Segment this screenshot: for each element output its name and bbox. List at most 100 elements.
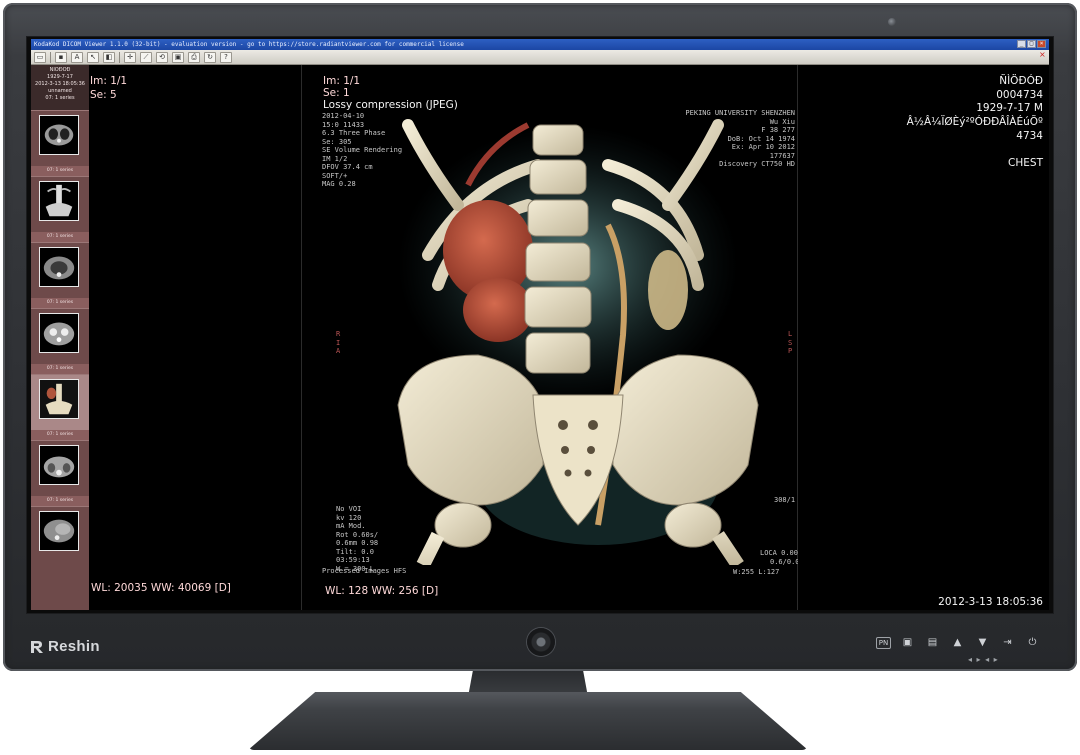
- thumb-study-date: 2012-3-13 18:05:36: [35, 81, 85, 87]
- orientation-left: R I A: [336, 330, 341, 355]
- burned-in-line: Ex: Apr 10 2012: [731, 143, 795, 151]
- power-button[interactable]: ⏻: [1024, 634, 1041, 651]
- reshin-logo-icon: [31, 641, 43, 653]
- burned-in-line: MAG 0.28: [322, 180, 356, 188]
- thumb-study-series: 07: 1 series: [45, 95, 75, 101]
- series-item[interactable]: 07: 1 series: [31, 308, 89, 374]
- patient-id: 0004734: [996, 89, 1043, 101]
- webcam-icon: [888, 18, 896, 26]
- series-item[interactable]: 07: 1 series: [31, 176, 89, 242]
- thumb-patient-date: 1929-7-17: [47, 74, 73, 80]
- toolbar-separator: [119, 51, 120, 63]
- burned-in-line: 0.6mm 0.98: [336, 539, 379, 547]
- series-label: 07: 1 series: [31, 496, 89, 506]
- toolbar-separator: [50, 51, 51, 63]
- series-thumbnail: [39, 313, 79, 353]
- burned-in-line: Discovery CT750 HD: [719, 160, 795, 168]
- accession-number: 4734: [1016, 130, 1043, 142]
- series-item[interactable]: 07: 1 series: [31, 242, 89, 308]
- compression-label: Lossy compression (JPEG): [323, 99, 458, 111]
- maximize-button[interactable]: □: [1027, 40, 1036, 48]
- burned-in-line: DFOV 37.4 cm: [322, 163, 373, 171]
- series-thumbnail: [39, 181, 79, 221]
- left-window-level: WL: 20035 WW: 40069 [D]: [91, 582, 231, 594]
- reset-icon[interactable]: ⟲: [156, 51, 168, 63]
- burned-in-line: kv 120: [336, 513, 362, 522]
- series-thumbnail: [39, 247, 79, 287]
- close-tab-icon[interactable]: ×: [1039, 51, 1047, 59]
- exit-button[interactable]: ⇥: [999, 634, 1016, 651]
- thumb-patient-name: ÑÌÖÐÓÐ: [49, 67, 71, 73]
- series-item[interactable]: 07: 1 series: [31, 440, 89, 506]
- brand-name: Reshin: [48, 638, 100, 655]
- rotate-icon[interactable]: ↻: [204, 51, 216, 63]
- burned-in-line: No VOI: [336, 505, 362, 513]
- burned-in-info-top-right: PEKING UNIVERSITY SHENZHEN Wu Xiu F 38 2…: [685, 109, 795, 169]
- burned-in-info-bottom-left: No VOI kv 120 mA Mod. Rot 0.60s/ 0.6mm 0…: [336, 505, 378, 573]
- burned-in-line: 6.3 Three Phase: [322, 129, 386, 137]
- burned-in-thickness: 0.6/0.0: [770, 558, 800, 566]
- burned-in-loca: LOCA 0.00: [760, 549, 798, 557]
- up-button[interactable]: ▲: [949, 634, 966, 651]
- burned-in-line: SE Volume Rendering: [322, 146, 403, 154]
- burned-in-line: mA Mod.: [336, 522, 366, 530]
- main-window-level: WL: 128 WW: 256 [D]: [325, 585, 439, 597]
- input-source-button[interactable]: PN: [876, 637, 891, 649]
- help-icon[interactable]: ?: [220, 51, 232, 63]
- series-label: 07: 1 series: [31, 364, 89, 374]
- series-thumbnail: [39, 115, 79, 155]
- burned-in-line: SOFT/+: [322, 171, 348, 180]
- folder-icon[interactable]: ▭: [34, 51, 46, 63]
- study-datetime: 2012-3-13 18:05:36: [938, 596, 1043, 608]
- print-icon[interactable]: ⎙: [188, 51, 200, 63]
- thumb-study-desc: unnamed: [48, 88, 72, 94]
- series-thumbnail-panel: ÑÌÖÐÓÐ 1929-7-17 2012-3-13 18:05:36 unna…: [31, 65, 89, 610]
- monitor-buttons: PN ▣ ▤ ▲ ▼ ⇥ ⏻: [876, 634, 1041, 651]
- viewport-left[interactable]: Im: 1/1 Se: 5 WL: 20035 WW: 40069 [D]: [89, 65, 301, 610]
- series-item-selected[interactable]: 07: 1 series: [31, 374, 89, 440]
- burned-in-line: DoB: Oct 14 1974: [727, 134, 795, 143]
- volume-rendering-image: [397, 119, 759, 565]
- minimize-button[interactable]: _: [1017, 40, 1026, 48]
- patient-header[interactable]: ÑÌÖÐÓÐ 1929-7-17 2012-3-13 18:05:36 unna…: [31, 65, 89, 110]
- series-item[interactable]: [31, 506, 89, 572]
- monitor-stand-base: [248, 692, 808, 750]
- series-label: 07: 1 series: [31, 232, 89, 242]
- processed-images-label: Processed Images HFS: [322, 567, 407, 575]
- picture-mode-button[interactable]: ▣: [899, 634, 916, 651]
- window-title: KodaKod DICOM Viewer 1.1.0 (32-bit) - ev…: [34, 41, 464, 48]
- left-series-index: Se: 5: [90, 89, 117, 101]
- burned-in-line: PEKING UNIVERSITY SHENZHEN: [685, 109, 795, 117]
- left-image-index: Im: 1/1: [90, 75, 128, 87]
- patient-birth-sex: 1929-7-17 M: [976, 102, 1043, 114]
- close-window-button[interactable]: ×: [1037, 40, 1046, 48]
- series-item[interactable]: 07: 1 series: [31, 110, 89, 176]
- down-button[interactable]: ▼: [974, 634, 991, 651]
- burned-in-window: W:255 L:127: [733, 568, 780, 576]
- burned-in-slice: 308/1: [774, 496, 796, 504]
- burned-in-line: 03:59:13: [336, 556, 370, 564]
- power-indicator-icon: [527, 628, 555, 656]
- body-part: CHEST: [1008, 157, 1043, 169]
- app-titlebar: KodaKod DICOM Viewer 1.1.0 (32-bit) - ev…: [31, 39, 1049, 50]
- viewport-main[interactable]: Im: 1/1 Se: 1 Lossy compression (JPEG) 2…: [301, 65, 800, 610]
- series-thumbnail: [39, 511, 79, 551]
- burned-in-line: Rot 0.60s/: [336, 530, 379, 539]
- text-icon[interactable]: A: [71, 51, 83, 63]
- burned-in-line: 177637: [769, 151, 795, 160]
- menu-button[interactable]: ▤: [924, 634, 941, 651]
- institution-name: Â½Â¼ÏØÈý²ºÓÐÐÂÎÀÉúÕº: [906, 116, 1043, 128]
- window-controls: _ □ ×: [1017, 40, 1046, 48]
- pan-icon[interactable]: ✛: [124, 51, 136, 63]
- viewport-right[interactable]: ÑÌÖÐÓÐ 0004734 1929-7-17 M Â½Â¼ÏØÈý²ºÓÐÐ…: [798, 65, 1049, 610]
- measure-icon[interactable]: ⟋: [140, 51, 152, 63]
- burned-in-info-top-left: 2012-04-10 15:0 11433 6.3 Three Phase Se…: [322, 112, 402, 189]
- series-label: 07: 1 series: [31, 166, 89, 176]
- arrow-icon[interactable]: ↖: [87, 51, 99, 63]
- burned-in-line: 2012-04-10: [322, 112, 365, 120]
- image-icon[interactable]: ▣: [172, 51, 184, 63]
- save-icon[interactable]: ▪: [55, 51, 67, 63]
- orientation-right: L S P: [788, 330, 793, 355]
- series-label: 07: 1 series: [31, 430, 89, 440]
- window-level-icon[interactable]: ◧: [103, 51, 115, 63]
